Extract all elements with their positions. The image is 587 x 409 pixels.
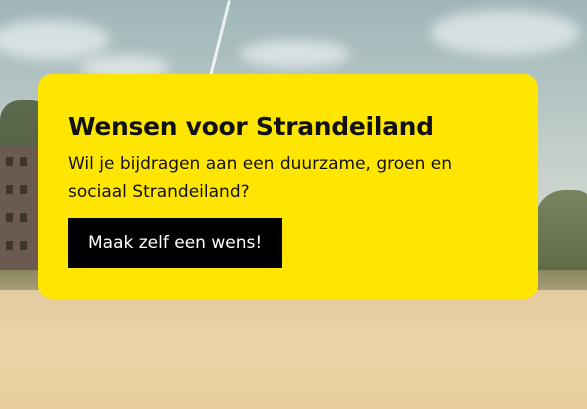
contrail [208,0,231,79]
wish-card: Wensen voor Strandeiland Wil je bijdrage… [38,74,538,299]
cloud [0,20,110,60]
card-description: Wil je bijdragen aan een duurzame, groen… [68,154,453,202]
building-window [6,185,13,194]
building-window [20,185,27,194]
card-title: Wensen voor Strandeiland [68,112,434,141]
hero-banner: Wensen voor Strandeiland Wil je bijdrage… [0,0,587,409]
building-window [6,157,13,166]
building-window [20,157,27,166]
building-window [6,241,13,250]
background-trees-right [535,190,587,275]
building-window [20,241,27,250]
make-wish-button[interactable]: Maak zelf een wens! [68,218,283,268]
cloud [430,10,580,55]
cloud [240,40,350,68]
building-window [6,213,13,222]
building-window [20,213,27,222]
background-sand [0,290,587,409]
background-building [0,145,42,270]
